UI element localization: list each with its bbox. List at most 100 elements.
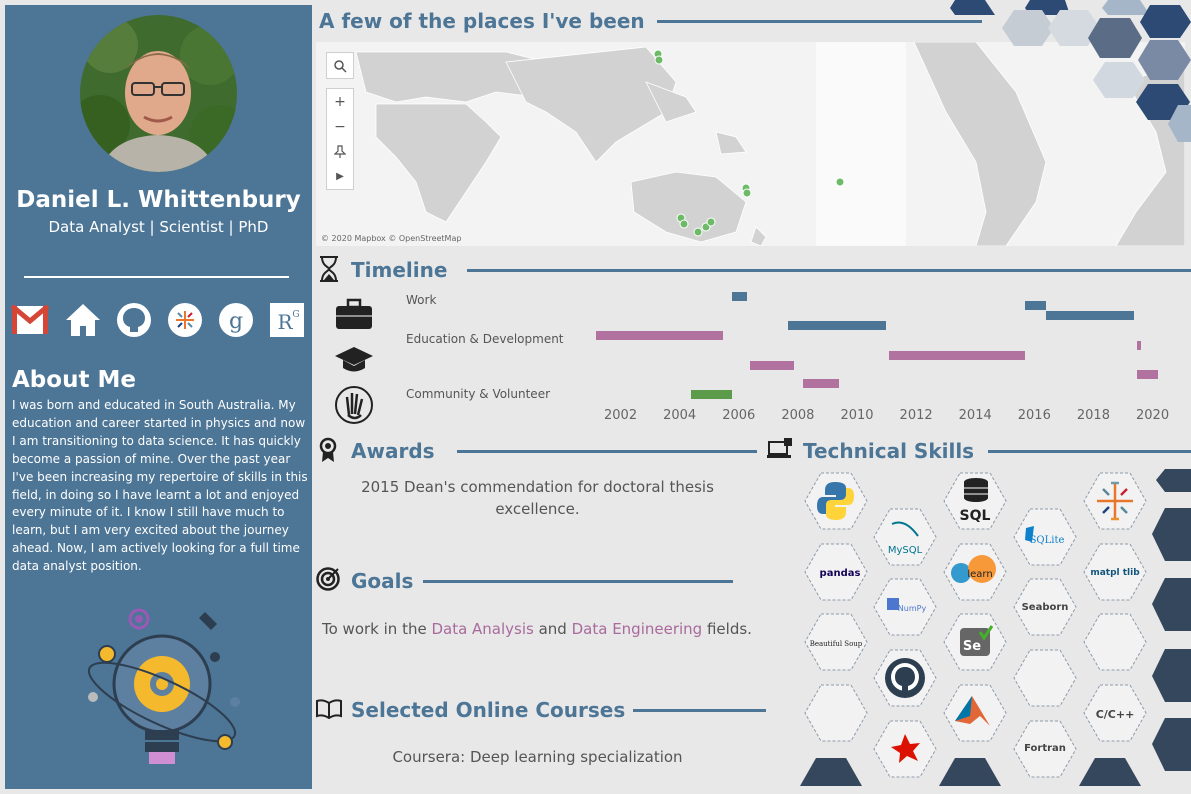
goals-suffix: fields. xyxy=(702,620,752,638)
timeline-bar-education[interactable] xyxy=(1137,341,1142,350)
map-heading-line xyxy=(656,19,982,23)
svg-text:g: g xyxy=(229,309,243,334)
courses-heading-line xyxy=(633,708,767,712)
timeline-tick-label: 2016 xyxy=(1017,408,1051,423)
search-icon xyxy=(334,59,347,73)
pandas-label: pandas xyxy=(820,568,861,579)
goals-heading: Goals xyxy=(351,569,734,593)
timeline-row-education: Education & Development xyxy=(406,332,564,346)
map-attribution: © 2020 Mapbox © OpenStreetMap xyxy=(321,234,462,243)
courses-text: Coursera: Deep learning specialization xyxy=(392,748,683,766)
cpp-label: C/C++ xyxy=(1096,708,1135,721)
resume-dashboard: Daniel L. Whittenbury Data Analyst | Sci… xyxy=(0,0,1191,794)
awards-heading: Awards xyxy=(351,439,757,463)
map-heading: A few of the places I've been xyxy=(319,9,982,33)
timeline-bar-education[interactable] xyxy=(888,351,1025,360)
plus-icon: + xyxy=(334,93,346,110)
timeline-bar-education[interactable] xyxy=(803,379,839,388)
timeline-heading: Timeline xyxy=(351,258,1191,282)
sql-database-icon xyxy=(964,478,988,502)
timeline-bar-work[interactable] xyxy=(1045,311,1135,320)
sidebar: Daniel L. Whittenbury Data Analyst | Sci… xyxy=(5,5,312,789)
home-icon[interactable] xyxy=(64,301,102,339)
open-book-icon xyxy=(316,699,342,723)
zoom-in-button[interactable]: + xyxy=(327,89,353,114)
timeline-row-community: Community & Volunteer xyxy=(406,387,551,401)
computer-icon xyxy=(767,438,793,464)
awards-text: 2015 Dean's commendation for doctoral th… xyxy=(361,478,714,518)
seaborn-label: Seaborn xyxy=(1022,602,1069,613)
goal-data-analysis: Data Analysis xyxy=(431,620,534,638)
timeline-heading-text: Timeline xyxy=(351,258,448,282)
sql-label: SQL xyxy=(960,508,991,524)
timeline-bar-education[interactable] xyxy=(596,331,724,340)
timeline-bar-education[interactable] xyxy=(1137,370,1158,379)
timeline-tick-label: 2018 xyxy=(1076,408,1110,423)
map-search-button[interactable] xyxy=(327,53,353,78)
map-heading-text: A few of the places I've been xyxy=(319,9,645,33)
timeline-tick-label: 2008 xyxy=(781,408,815,423)
avatar xyxy=(80,15,237,172)
map-tools-button[interactable]: ▶ xyxy=(327,164,353,189)
goal-data-engineering: Data Engineering xyxy=(571,620,703,638)
timeline-bar-community[interactable] xyxy=(690,390,733,399)
goals-prefix: To work in the xyxy=(322,620,432,638)
map-zoom-controls: + − ▶ xyxy=(326,88,354,190)
target-icon xyxy=(316,567,340,595)
skills-heading: Technical Skills xyxy=(803,439,1191,463)
timeline-tick-label: 2012 xyxy=(899,408,933,423)
lightbulb-illustration xyxy=(77,602,247,772)
gmail-icon[interactable] xyxy=(11,301,49,339)
timeline-bar-work[interactable] xyxy=(732,292,748,301)
social-links: g RG xyxy=(11,301,311,343)
goals-middle: and xyxy=(533,620,572,638)
skills-hex-grid: SQL MySQL SQLite pandas learn matpl tlib… xyxy=(800,469,1191,786)
courses-heading-text: Selected Online Courses xyxy=(351,698,626,722)
selenium-label: Se xyxy=(963,639,981,654)
hourglass-icon xyxy=(318,256,340,286)
raised-hand-icon xyxy=(335,385,373,429)
profile-name: Daniel L. Whittenbury xyxy=(16,187,301,213)
fortran-label: Fortran xyxy=(1024,743,1066,754)
timeline-tick-label: 2010 xyxy=(840,408,874,423)
about-heading: About Me xyxy=(12,367,136,393)
google-scholar-icon[interactable]: g xyxy=(217,301,255,339)
timeline-tick-label: 2014 xyxy=(958,408,992,423)
timeline-bar-education[interactable] xyxy=(750,361,795,370)
tableau-icon[interactable] xyxy=(166,301,204,339)
researchgate-icon[interactable]: RG xyxy=(268,301,306,339)
mysql-label: MySQL xyxy=(888,545,923,556)
timeline-bar-work[interactable] xyxy=(1024,301,1046,310)
sqlite-label: SQLite xyxy=(1030,535,1065,546)
numpy-label: NumPy xyxy=(898,604,927,613)
svg-text:R: R xyxy=(277,310,293,334)
graduation-cap-icon xyxy=(334,345,374,379)
minus-icon: − xyxy=(334,118,346,135)
timeline-tick-label: 2002 xyxy=(604,408,638,423)
goals-heading-line xyxy=(423,579,734,583)
timeline-row-work: Work xyxy=(406,293,437,307)
zoom-out-button[interactable]: − xyxy=(327,114,353,139)
awards-heading-text: Awards xyxy=(351,439,435,463)
briefcase-icon xyxy=(335,298,373,334)
sidebar-divider xyxy=(24,276,289,278)
award-ribbon-icon xyxy=(319,437,337,467)
map-search-control xyxy=(326,52,354,79)
skills-heading-text: Technical Skills xyxy=(803,439,975,463)
decorative-hexagons xyxy=(950,0,1191,142)
skills-heading-line xyxy=(988,449,1191,453)
timeline-bar-work[interactable] xyxy=(788,321,886,330)
about-text: I was born and educated in South Austral… xyxy=(12,398,308,574)
github-logo-icon xyxy=(885,658,925,698)
awards-heading-line xyxy=(456,449,757,453)
timeline-heading-line xyxy=(467,268,1191,272)
goals-text: To work in the Data Analysis and Data En… xyxy=(322,620,752,638)
pin-map-button[interactable] xyxy=(327,139,353,164)
sklearn-label: learn xyxy=(967,569,992,580)
goals-heading-text: Goals xyxy=(351,569,414,593)
play-icon: ▶ xyxy=(336,171,344,182)
beautifulsoup-label: Beautiful Soup xyxy=(810,640,863,648)
pin-icon xyxy=(334,144,346,158)
github-icon[interactable] xyxy=(115,301,153,339)
timeline-tick-label: 2004 xyxy=(663,408,697,423)
